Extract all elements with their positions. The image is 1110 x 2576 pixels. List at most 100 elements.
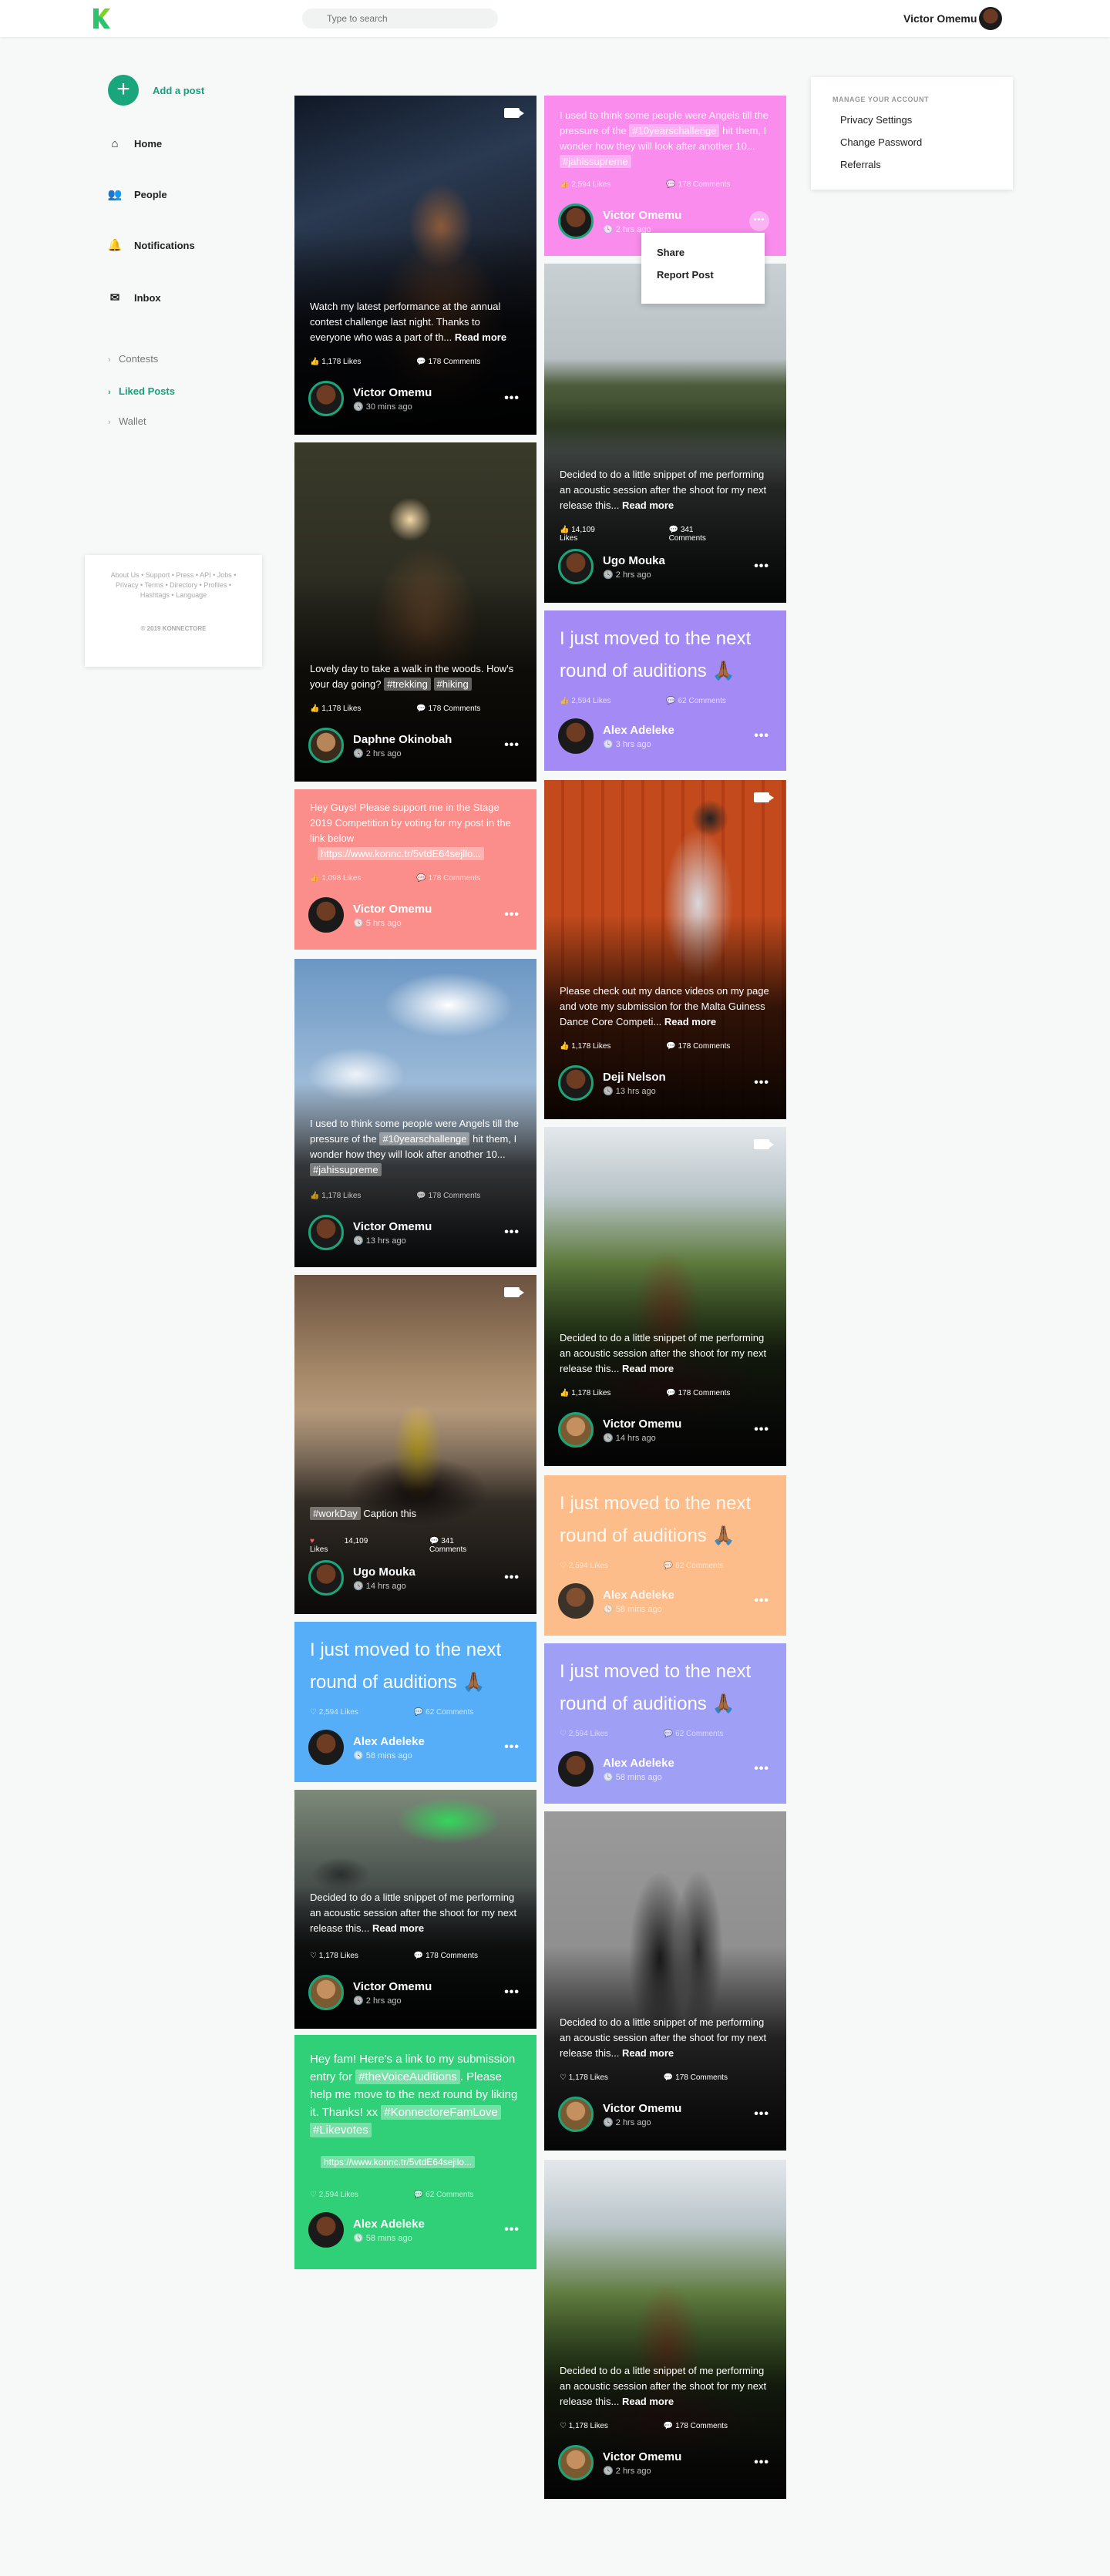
post-card[interactable]: Decided to do a little snippet of me per… xyxy=(544,264,786,603)
referrals-link[interactable]: Referrals xyxy=(840,159,991,170)
likes-count[interactable]: ♡ 1,178 Likes xyxy=(310,1952,386,1960)
more-options-button[interactable]: ••• xyxy=(504,1226,520,1239)
hashtag[interactable]: #10yearschallenge xyxy=(629,124,720,137)
comments-count[interactable]: 💬 62 Comments xyxy=(414,1708,501,1717)
author-name[interactable]: Alex Adeleke xyxy=(353,1735,425,1748)
author-name[interactable]: Alex Adeleke xyxy=(353,2218,425,2231)
likes-count[interactable]: ♡ 1,178 Likes xyxy=(560,2073,636,2082)
post-author[interactable]: Victor Omemu 🕓 2 hrs ago xyxy=(558,2445,681,2480)
hashtag[interactable]: #hiking xyxy=(433,678,472,691)
comments-count[interactable]: 💬 178 Comments xyxy=(416,874,508,883)
post-author[interactable]: Victor Omemu 🕓 14 hrs ago xyxy=(558,1412,681,1448)
nav-notifications[interactable]: 🔔 Notifications xyxy=(108,239,195,252)
post-card[interactable]: Lovely day to take a walk in the woods. … xyxy=(294,442,536,782)
post-author[interactable]: Ugo Mouka 🕓 2 hrs ago xyxy=(558,549,665,584)
comments-count[interactable]: 💬 178 Comments xyxy=(664,2422,755,2430)
post-author[interactable]: Daphne Okinobah 🕓 2 hrs ago xyxy=(308,728,452,763)
post-author[interactable]: Deji Nelson 🕓 13 hrs ago xyxy=(558,1065,666,1101)
post-card[interactable]: I used to think some people were Angels … xyxy=(544,96,786,256)
post-card[interactable]: I just moved to the next round of auditi… xyxy=(544,610,786,771)
comments-count[interactable]: 💬 62 Comments xyxy=(664,1730,751,1738)
likes-count[interactable]: 👍 2,594 Likes xyxy=(560,697,638,705)
more-options-button[interactable]: ••• xyxy=(754,1423,769,1437)
post-card[interactable]: Decided to do a little snippet of me per… xyxy=(544,1811,786,2151)
post-card[interactable]: #workDay Caption this ♥ 14,109 Likes 💬 34… xyxy=(294,1275,536,1614)
author-name[interactable]: Victor Omemu xyxy=(353,1980,432,1993)
hashtag[interactable]: #jahissupreme xyxy=(310,1163,382,1176)
more-options-button[interactable]: ••• xyxy=(504,1571,520,1585)
comments-count[interactable]: 💬 178 Comments xyxy=(416,358,508,366)
avatar[interactable] xyxy=(558,203,594,239)
more-options-button[interactable]: ••• xyxy=(754,1594,769,1608)
comments-count[interactable]: 💬 341 Comments xyxy=(669,526,758,543)
comments-count[interactable]: 💬 178 Comments xyxy=(664,2073,755,2082)
nav-people[interactable]: 👥 People xyxy=(108,188,167,201)
avatar[interactable] xyxy=(558,2097,594,2132)
comments-count[interactable]: 💬 178 Comments xyxy=(416,1192,508,1200)
more-options-button[interactable]: ••• xyxy=(754,1076,769,1090)
nav-inbox[interactable]: ✉ Inbox xyxy=(108,291,161,304)
likes-count[interactable]: 👍 1,178 Likes xyxy=(310,358,388,366)
comments-count[interactable]: 💬 178 Comments xyxy=(666,1389,758,1397)
konnectore-logo[interactable] xyxy=(91,7,111,30)
hashtag[interactable]: #10yearschallenge xyxy=(379,1132,470,1145)
more-options-button[interactable]: ••• xyxy=(754,560,769,573)
post-card[interactable]: Hey Guys! Please support me in the Stage… xyxy=(294,789,536,950)
hashtag[interactable]: #trekking xyxy=(384,678,431,691)
avatar[interactable] xyxy=(558,1065,594,1101)
hashtag[interactable]: #theVoiceAuditions xyxy=(355,2070,460,2084)
nav-wallet[interactable]: › Wallet xyxy=(108,415,146,427)
more-options-button[interactable]: ••• xyxy=(754,2107,769,2121)
read-more-link[interactable]: Read more xyxy=(622,2047,674,2059)
likes-count[interactable]: 👍 1,178 Likes xyxy=(560,1389,638,1397)
author-name[interactable]: Alex Adeleke xyxy=(603,724,674,737)
avatar[interactable] xyxy=(558,549,594,584)
post-author[interactable]: Victor Omemu 🕓 2 hrs ago xyxy=(558,2097,681,2132)
avatar[interactable] xyxy=(558,1412,594,1448)
change-password-link[interactable]: Change Password xyxy=(840,136,991,148)
author-name[interactable]: Victor Omemu xyxy=(353,903,432,916)
comments-count[interactable]: 💬 62 Comments xyxy=(664,1562,751,1570)
post-author[interactable]: Alex Adeleke 🕓 3 hrs ago xyxy=(558,718,674,754)
post-author[interactable]: Victor Omemu 🕓 30 mins ago xyxy=(308,381,432,416)
post-author[interactable]: Victor Omemu 🕓 5 hrs ago xyxy=(308,897,432,933)
author-name[interactable]: Alex Adeleke xyxy=(603,1589,674,1602)
likes-count[interactable]: 👍 1,098 Likes xyxy=(310,874,388,883)
author-name[interactable]: Victor Omemu xyxy=(603,209,681,222)
avatar[interactable] xyxy=(558,2445,594,2480)
post-card[interactable]: Decided to do a little snippet of me per… xyxy=(544,2160,786,2499)
more-options-button[interactable]: ••• xyxy=(754,2456,769,2470)
author-name[interactable]: Victor Omemu xyxy=(603,2102,681,2115)
more-options-button[interactable]: ••• xyxy=(504,392,520,405)
more-options-button[interactable]: ••• xyxy=(504,2223,520,2237)
avatar[interactable] xyxy=(308,1730,344,1765)
post-author[interactable]: Victor Omemu 🕓 13 hrs ago xyxy=(308,1215,432,1250)
author-name[interactable]: Ugo Mouka xyxy=(353,1565,415,1579)
post-card[interactable]: I just moved to the next round of auditi… xyxy=(544,1643,786,1804)
more-options-button[interactable]: ••• xyxy=(749,211,769,231)
likes-count[interactable]: ♡ 2,594 Likes xyxy=(560,1562,636,1570)
report-post-menu-item[interactable]: Report Post xyxy=(657,269,749,281)
author-name[interactable]: Victor Omemu xyxy=(353,1220,432,1233)
post-link[interactable]: https://www.konnc.tr/5vtdE64sejllo... xyxy=(321,2156,476,2168)
post-author[interactable]: Alex Adeleke 🕓 58 mins ago xyxy=(308,2212,425,2248)
avatar[interactable] xyxy=(308,2212,344,2248)
avatar[interactable] xyxy=(308,897,344,933)
avatar[interactable] xyxy=(308,1975,344,2010)
author-name[interactable]: Ugo Mouka xyxy=(603,554,665,567)
hashtag[interactable]: #KonnectoreFamLove xyxy=(381,2105,501,2120)
author-name[interactable]: Victor Omemu xyxy=(603,1417,681,1431)
post-author[interactable]: Alex Adeleke 🕓 58 mins ago xyxy=(308,1730,425,1765)
read-more-link[interactable]: Read more xyxy=(664,1016,716,1027)
more-options-button[interactable]: ••• xyxy=(504,1986,520,1999)
comments-count[interactable]: 💬 341 Comments xyxy=(429,1537,509,1554)
comments-count[interactable]: 💬 178 Comments xyxy=(416,705,508,713)
avatar[interactable] xyxy=(308,1215,344,1250)
likes-count[interactable]: ♡ 2,594 Likes xyxy=(310,2191,386,2199)
post-card[interactable]: I just moved to the next round of auditi… xyxy=(544,1475,786,1636)
more-options-button[interactable]: ••• xyxy=(754,729,769,743)
avatar[interactable] xyxy=(308,1560,344,1596)
author-name[interactable]: Daphne Okinobah xyxy=(353,733,452,746)
comments-count[interactable]: 💬 178 Comments xyxy=(666,1042,758,1051)
more-options-button[interactable]: ••• xyxy=(504,1740,520,1754)
